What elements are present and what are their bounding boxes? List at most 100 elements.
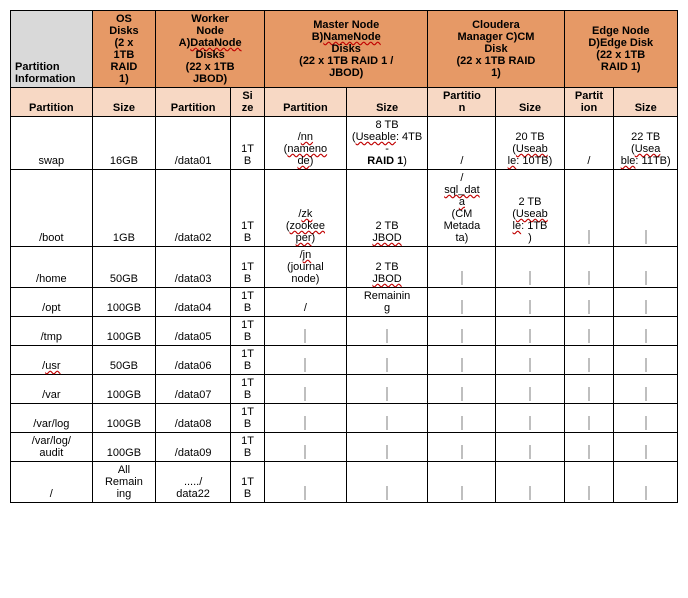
cm-size (496, 288, 564, 317)
os-size: 1GB (92, 170, 156, 247)
cm-partition (428, 288, 496, 317)
wn-size: 1TB (231, 288, 265, 317)
sub-size-4: Size (496, 88, 564, 117)
cm-partition (428, 404, 496, 433)
en-size (614, 346, 678, 375)
cm-size: 2 TB (Useab le: 1TB ) (496, 170, 564, 247)
cm-size (496, 247, 564, 288)
os-size: 16GB (92, 117, 156, 170)
wn-size: 1TB (231, 462, 265, 503)
header-cloudera-manager: Cloudera Manager C)CM Disk (22 x 1TB RAI… (428, 11, 564, 88)
cm-partition (428, 346, 496, 375)
wn-partition: /data02 (156, 170, 231, 247)
os-partition: /tmp (11, 317, 93, 346)
os-size: 100GB (92, 375, 156, 404)
table-row: swap 16GB /data01 1TB /nn (nameno de) 8 … (11, 117, 678, 170)
header-corner: Partition Information (11, 11, 93, 88)
cm-partition: / sql_dat a (CM Metada ta) (428, 170, 496, 247)
cm-partition (428, 247, 496, 288)
table-row: /usr 50GB /data06 1TB (11, 346, 678, 375)
os-partition: /var/log/audit (11, 433, 93, 462)
os-partition: /usr (11, 346, 93, 375)
os-partition: /var/log (11, 404, 93, 433)
os-size: 50GB (92, 346, 156, 375)
en-partition (564, 247, 614, 288)
mn-partition: /jn (journal node) (265, 247, 347, 288)
os-size: 100GB (92, 433, 156, 462)
cm-partition (428, 462, 496, 503)
os-size: 100GB (92, 288, 156, 317)
table-row: / AllRemaining ...../data22 1TB (11, 462, 678, 503)
en-size (614, 317, 678, 346)
sub-size-5: Size (614, 88, 678, 117)
cm-partition: / (428, 117, 496, 170)
en-partition (564, 462, 614, 503)
en-size (614, 247, 678, 288)
mn-partition: / (265, 288, 347, 317)
table-row: /opt 100GB /data04 1TB / Remaining (11, 288, 678, 317)
mn-size (346, 433, 428, 462)
cm-size (496, 317, 564, 346)
header-os-disks: OS Disks (2 x 1TB RAID 1) (92, 11, 156, 88)
en-partition (564, 288, 614, 317)
table-row: /var/log/audit 100GB /data09 1TB (11, 433, 678, 462)
os-partition: /boot (11, 170, 93, 247)
mn-partition (265, 346, 347, 375)
header-row-sub: Partition Size Partition Size Partition … (11, 88, 678, 117)
os-size: 100GB (92, 404, 156, 433)
wn-size: 1TB (231, 433, 265, 462)
en-size (614, 404, 678, 433)
header-worker-node: Worker Node A)DataNode Disks (22 x 1TB J… (156, 11, 265, 88)
os-partition: /home (11, 247, 93, 288)
en-partition (564, 375, 614, 404)
partition-table: Partition Information OS Disks (2 x 1TB … (10, 10, 678, 503)
mn-partition: /nn (nameno de) (265, 117, 347, 170)
en-partition (564, 317, 614, 346)
mn-size (346, 317, 428, 346)
os-size: 100GB (92, 317, 156, 346)
en-size (614, 375, 678, 404)
mn-partition (265, 317, 347, 346)
mn-size (346, 404, 428, 433)
en-partition (564, 404, 614, 433)
en-size: 22 TB (Usea ble: 11TB) (614, 117, 678, 170)
os-partition: / (11, 462, 93, 503)
mn-partition (265, 433, 347, 462)
sub-size-1: Size (92, 88, 156, 117)
mn-size (346, 462, 428, 503)
wn-partition: /data01 (156, 117, 231, 170)
wn-size: 1TB (231, 346, 265, 375)
wn-partition: /data08 (156, 404, 231, 433)
mn-size: 8 TB (Useable: 4TB - RAID 1) (346, 117, 428, 170)
en-partition: / (564, 117, 614, 170)
cm-partition (428, 317, 496, 346)
en-partition (564, 433, 614, 462)
mn-size: 2 TB JBOD (346, 170, 428, 247)
header-edge-node: Edge Node D)Edge Disk (22 x 1TB RAID 1) (564, 11, 678, 88)
sub-partition-1: Partition (11, 88, 93, 117)
header-master-node: Master Node B)NameNode Disks (22 x 1TB R… (265, 11, 428, 88)
en-size (614, 433, 678, 462)
cm-size (496, 346, 564, 375)
wn-partition: /data06 (156, 346, 231, 375)
wn-partition: /data09 (156, 433, 231, 462)
table-row: /var/log 100GB /data08 1TB (11, 404, 678, 433)
en-size (614, 462, 678, 503)
en-partition (564, 346, 614, 375)
wn-partition: /data04 (156, 288, 231, 317)
sub-partition-2: Partition (156, 88, 231, 117)
wn-size: 1TB (231, 375, 265, 404)
header-row-groups: Partition Information OS Disks (2 x 1TB … (11, 11, 678, 88)
wn-partition: ...../data22 (156, 462, 231, 503)
os-partition: /opt (11, 288, 93, 317)
mn-size: 2 TB JBOD (346, 247, 428, 288)
cm-size: 20 TB (Useab le: 10TB) (496, 117, 564, 170)
wn-partition: /data03 (156, 247, 231, 288)
cm-size (496, 375, 564, 404)
wn-partition: /data05 (156, 317, 231, 346)
table-row: /var 100GB /data07 1TB (11, 375, 678, 404)
table-row: /home 50GB /data03 1TB /jn (journal node… (11, 247, 678, 288)
os-partition: /var (11, 375, 93, 404)
sub-partition-4: Partition (428, 88, 496, 117)
sub-size-2: Size (231, 88, 265, 117)
